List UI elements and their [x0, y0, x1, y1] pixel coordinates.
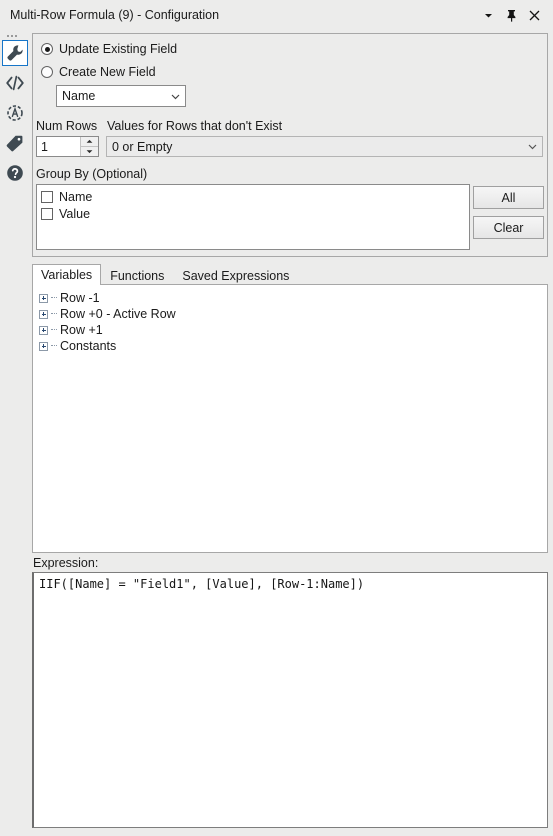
group-by-item-value[interactable]: Value: [41, 205, 469, 222]
variables-tree: Row -1 Row +0 - Active Row Row +1 Consta…: [33, 285, 547, 354]
radio-create-new-label: Create New Field: [59, 65, 156, 79]
window-titlebar: Multi-Row Formula (9) - Configuration: [0, 0, 553, 30]
select-all-button[interactable]: All: [473, 186, 544, 209]
rail-item-annotation[interactable]: [2, 100, 28, 126]
rail-item-label[interactable]: [2, 130, 28, 156]
tree-item-label: Row +0 - Active Row: [60, 307, 176, 321]
left-icon-rail: [0, 30, 30, 836]
group-by-item-label: Name: [59, 189, 93, 204]
help-icon: [6, 164, 24, 182]
chevron-down-icon: [527, 141, 538, 152]
expand-plus-icon[interactable]: [39, 293, 48, 303]
checkbox-name[interactable]: [41, 190, 53, 203]
radio-create-new-field[interactable]: Create New Field: [41, 65, 156, 79]
expand-plus-icon[interactable]: [39, 341, 48, 351]
tree-item-row-minus-1[interactable]: Row -1: [39, 290, 547, 306]
radio-create-new-indicator: [41, 66, 53, 78]
tree-item-label: Row +1: [60, 323, 103, 337]
window-title: Multi-Row Formula (9) - Configuration: [10, 8, 220, 22]
clear-selection-button[interactable]: Clear: [473, 216, 544, 239]
checkbox-value[interactable]: [41, 207, 53, 220]
chevron-down-icon: [170, 91, 181, 102]
values-for-rows-label: Values for Rows that don't Exist: [107, 119, 283, 133]
tree-item-label: Constants: [60, 339, 117, 353]
rail-grip-dots: [7, 33, 23, 39]
tree-connector: [51, 313, 57, 315]
tabstrip: Variables Functions Saved Expressions: [32, 264, 298, 285]
tree-connector: [51, 329, 57, 331]
expression-editor[interactable]: IIF([Name] = "Field1", [Value], [Row-1:N…: [32, 572, 548, 828]
tab-saved-expressions[interactable]: Saved Expressions: [173, 266, 298, 285]
expression-helper-tabs: Variables Functions Saved Expressions Ro…: [32, 264, 548, 553]
expand-plus-icon[interactable]: [39, 309, 48, 319]
expression-text[interactable]: IIF([Name] = "Field1", [Value], [Row-1:N…: [34, 573, 547, 596]
tree-item-constants[interactable]: Constants: [39, 338, 547, 354]
radio-update-existing-indicator: [41, 43, 53, 55]
values-for-rows-dropdown[interactable]: 0 or Empty: [106, 136, 543, 157]
rail-item-xml-view[interactable]: [2, 70, 28, 96]
field-select-value: Name: [62, 89, 96, 103]
expression-label: Expression:: [33, 556, 99, 570]
num-rows-label: Num Rows: [36, 119, 98, 133]
radio-update-existing-label: Update Existing Field: [59, 42, 178, 56]
tree-connector: [51, 297, 57, 299]
rail-item-configuration[interactable]: [2, 40, 28, 66]
code-icon: [6, 75, 24, 91]
tab-variables[interactable]: Variables: [32, 264, 102, 285]
spinner-up-icon[interactable]: [81, 137, 98, 147]
configuration-options-panel: Update Existing Field Create New Field N…: [32, 33, 548, 257]
tab-functions[interactable]: Functions: [101, 266, 173, 285]
tree-item-row-plus-1[interactable]: Row +1: [39, 322, 547, 338]
close-icon[interactable]: [527, 7, 541, 23]
group-by-listbox[interactable]: Name Value: [36, 184, 470, 250]
tree-item-label: Row -1: [60, 291, 100, 305]
spinner-down-icon[interactable]: [81, 147, 98, 156]
caret-down-icon[interactable]: [481, 7, 495, 23]
group-by-item-name[interactable]: Name: [41, 188, 469, 205]
rail-item-help[interactable]: [2, 160, 28, 186]
values-for-rows-value: 0 or Empty: [112, 139, 173, 154]
tree-connector: [51, 345, 57, 347]
tag-icon: [6, 134, 24, 152]
num-rows-spin-buttons: [80, 137, 98, 156]
annotation-icon: [6, 104, 24, 122]
num-rows-spinner[interactable]: 1: [36, 136, 99, 157]
num-rows-value[interactable]: 1: [37, 137, 80, 156]
group-by-label: Group By (Optional): [36, 167, 148, 181]
expand-plus-icon[interactable]: [39, 325, 48, 335]
titlebar-buttons: [481, 7, 545, 23]
pin-icon[interactable]: [504, 7, 518, 23]
field-select-dropdown[interactable]: Name: [56, 85, 186, 107]
tree-item-row-plus-0[interactable]: Row +0 - Active Row: [39, 306, 547, 322]
wrench-icon: [6, 44, 24, 62]
group-by-item-label: Value: [59, 206, 91, 221]
variables-tab-panel: Row -1 Row +0 - Active Row Row +1 Consta…: [32, 284, 548, 553]
radio-update-existing-field[interactable]: Update Existing Field: [41, 42, 177, 56]
